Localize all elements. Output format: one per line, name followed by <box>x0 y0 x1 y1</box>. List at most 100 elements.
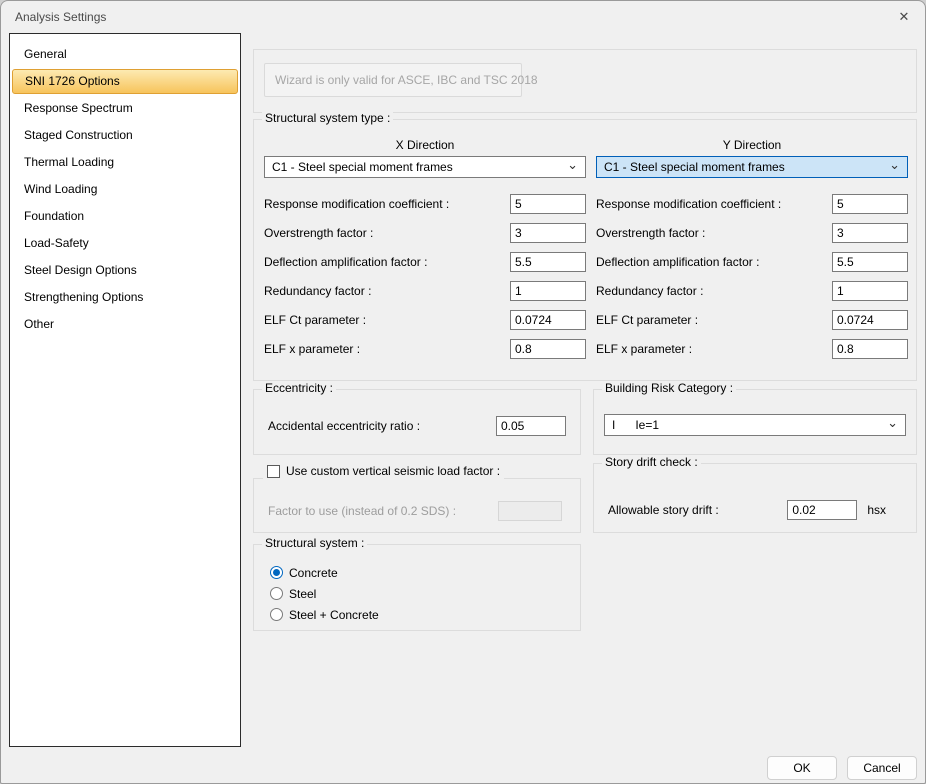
sidebar-item-other[interactable]: Other <box>12 311 238 338</box>
story-drift-check-title: Story drift check : <box>602 455 701 469</box>
vertical-seismic-group: Factor to use (instead of 0.2 SDS) : <box>253 478 581 533</box>
field-row: Overstrength factor : <box>596 223 908 243</box>
building-risk-category-title: Building Risk Category : <box>602 381 736 395</box>
radio-icon <box>270 608 283 621</box>
building-risk-category-group: Building Risk Category : I Ie=1 ⌄ <box>593 389 917 455</box>
elf-x-parameter-label: ELF x parameter : <box>264 342 510 356</box>
ok-button[interactable]: OK <box>767 756 837 780</box>
response-modification-label: Response modification coefficient : <box>596 197 832 211</box>
accidental-eccentricity-label: Accidental eccentricity ratio : <box>268 419 496 433</box>
radio-concrete-label: Concrete <box>289 566 338 580</box>
sidebar-item-general[interactable]: General <box>12 41 238 68</box>
settings-sidebar: General SNI 1726 Options Response Spectr… <box>9 33 241 747</box>
redundancy-factor-input-y[interactable] <box>832 281 908 301</box>
hsx-suffix-label: hsx <box>867 503 886 517</box>
chevron-down-icon: ⌄ <box>889 160 900 170</box>
chevron-down-icon: ⌄ <box>567 160 578 170</box>
redundancy-factor-label: Redundancy factor : <box>596 284 832 298</box>
radio-concrete[interactable]: Concrete <box>270 562 580 583</box>
y-direction-dropdown-value: C1 - Steel special moment frames <box>604 160 785 174</box>
radio-steel-concrete-label: Steel + Concrete <box>289 608 379 622</box>
elf-x-parameter-input-x[interactable] <box>510 339 586 359</box>
eccentricity-title: Eccentricity : <box>262 381 336 395</box>
checkbox-icon <box>267 465 280 478</box>
allowable-story-drift-input[interactable] <box>787 500 857 520</box>
title-bar: Analysis Settings ✕ <box>1 1 925 33</box>
response-modification-input-x[interactable] <box>510 194 586 214</box>
radio-steel-concrete[interactable]: Steel + Concrete <box>270 604 580 625</box>
response-modification-input-y[interactable] <box>832 194 908 214</box>
response-modification-label: Response modification coefficient : <box>264 197 510 211</box>
dialog-title: Analysis Settings <box>15 10 106 24</box>
sidebar-item-steel-design-options[interactable]: Steel Design Options <box>12 257 238 284</box>
deflection-amplification-label: Deflection amplification factor : <box>596 255 832 269</box>
factor-to-use-input <box>498 501 562 521</box>
elf-x-parameter-label: ELF x parameter : <box>596 342 832 356</box>
wizard-button: Wizard is only valid for ASCE, IBC and T… <box>264 63 522 97</box>
elf-ct-parameter-input-x[interactable] <box>510 310 586 330</box>
field-row: Accidental eccentricity ratio : <box>254 390 580 436</box>
sidebar-item-thermal-loading[interactable]: Thermal Loading <box>12 149 238 176</box>
deflection-amplification-input-x[interactable] <box>510 252 586 272</box>
sidebar-item-wind-loading[interactable]: Wind Loading <box>12 176 238 203</box>
elf-ct-parameter-input-y[interactable] <box>832 310 908 330</box>
field-row: Deflection amplification factor : <box>264 252 586 272</box>
cancel-button[interactable]: Cancel <box>847 756 917 780</box>
redundancy-factor-input-x[interactable] <box>510 281 586 301</box>
analysis-settings-dialog: Analysis Settings ✕ General SNI 1726 Opt… <box>0 0 926 784</box>
field-row: Redundancy factor : <box>264 281 586 301</box>
risk-category-dropdown[interactable]: I Ie=1 ⌄ <box>604 414 906 436</box>
use-custom-vertical-checkbox[interactable]: Use custom vertical seismic load factor … <box>263 463 504 479</box>
elf-x-parameter-input-y[interactable] <box>832 339 908 359</box>
allowable-story-drift-label: Allowable story drift : <box>608 503 787 517</box>
x-direction-dropdown-value: C1 - Steel special moment frames <box>272 160 453 174</box>
field-row: ELF x parameter : <box>264 339 586 359</box>
radio-steel[interactable]: Steel <box>270 583 580 604</box>
sidebar-item-foundation[interactable]: Foundation <box>12 203 238 230</box>
elf-ct-parameter-label: ELF Ct parameter : <box>264 313 510 327</box>
radio-icon <box>270 587 283 600</box>
redundancy-factor-label: Redundancy factor : <box>264 284 510 298</box>
overstrength-factor-label: Overstrength factor : <box>264 226 510 240</box>
field-row: Response modification coefficient : <box>264 194 586 214</box>
y-direction-column: Y Direction C1 - Steel special moment fr… <box>596 138 908 359</box>
field-row: Overstrength factor : <box>264 223 586 243</box>
field-row: Redundancy factor : <box>596 281 908 301</box>
close-icon[interactable]: ✕ <box>895 8 913 26</box>
chevron-down-icon: ⌄ <box>887 418 898 428</box>
sidebar-item-load-safety[interactable]: Load-Safety <box>12 230 238 257</box>
sidebar-item-staged-construction[interactable]: Staged Construction <box>12 122 238 149</box>
field-row: ELF Ct parameter : <box>596 310 908 330</box>
y-direction-dropdown[interactable]: C1 - Steel special moment frames ⌄ <box>596 156 908 178</box>
elf-ct-parameter-label: ELF Ct parameter : <box>596 313 832 327</box>
structural-system-group: Structural system : Concrete Steel Steel… <box>253 544 581 631</box>
x-direction-dropdown[interactable]: C1 - Steel special moment frames ⌄ <box>264 156 586 178</box>
accidental-eccentricity-input[interactable] <box>496 416 566 436</box>
sidebar-item-strengthening-options[interactable]: Strengthening Options <box>12 284 238 311</box>
overstrength-factor-input-x[interactable] <box>510 223 586 243</box>
structural-system-title: Structural system : <box>262 536 367 550</box>
story-drift-check-group: Story drift check : Allowable story drif… <box>593 463 917 533</box>
deflection-amplification-input-y[interactable] <box>832 252 908 272</box>
field-row: ELF x parameter : <box>596 339 908 359</box>
field-row: Allowable story drift : hsx <box>594 464 916 520</box>
x-direction-column: X Direction C1 - Steel special moment fr… <box>264 138 586 359</box>
structural-system-type-group: Structural system type : X Direction C1 … <box>253 119 917 381</box>
deflection-amplification-label: Deflection amplification factor : <box>264 255 510 269</box>
wizard-group: Wizard is only valid for ASCE, IBC and T… <box>253 49 917 113</box>
risk-category-dropdown-value: I Ie=1 <box>612 418 659 432</box>
field-row: Deflection amplification factor : <box>596 252 908 272</box>
sidebar-item-response-spectrum[interactable]: Response Spectrum <box>12 95 238 122</box>
field-row: Factor to use (instead of 0.2 SDS) : <box>254 479 580 521</box>
structural-system-type-title: Structural system type : <box>262 111 393 125</box>
sidebar-item-sni-1726-options[interactable]: SNI 1726 Options <box>12 69 238 94</box>
overstrength-factor-label: Overstrength factor : <box>596 226 832 240</box>
overstrength-factor-input-y[interactable] <box>832 223 908 243</box>
field-row: Response modification coefficient : <box>596 194 908 214</box>
x-direction-header: X Direction <box>264 138 586 154</box>
eccentricity-group: Eccentricity : Accidental eccentricity r… <box>253 389 581 455</box>
y-direction-header: Y Direction <box>596 138 908 154</box>
use-custom-vertical-label: Use custom vertical seismic load factor … <box>286 464 500 478</box>
radio-icon <box>270 566 283 579</box>
radio-steel-label: Steel <box>289 587 316 601</box>
